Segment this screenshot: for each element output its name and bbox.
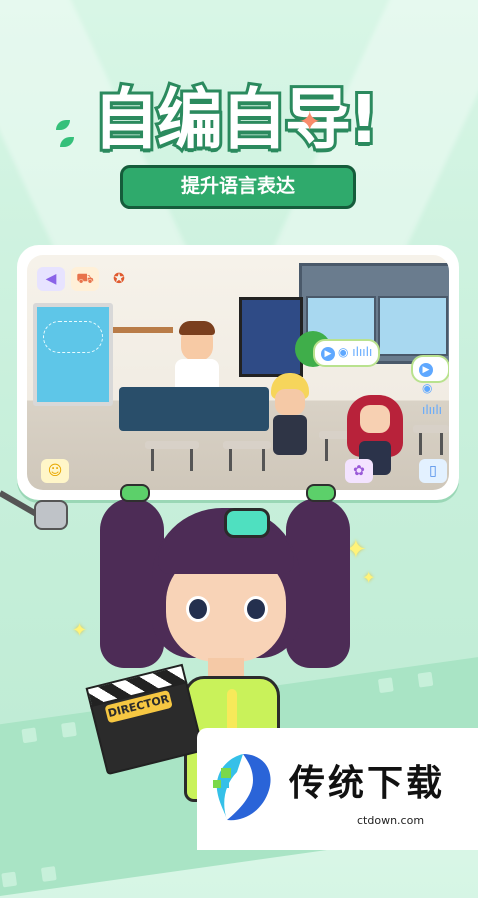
student-desk[interactable] [413, 425, 449, 455]
teacher-hair [179, 321, 215, 335]
play-icon[interactable]: ▶ [419, 363, 433, 377]
classroom-scene: ◀ ⛟ ✪ ▶ ◉ ılıılı ▶◉ ılıılı ☺ ✿ ▯ [27, 255, 449, 490]
film-hole [21, 727, 38, 744]
ctdown-logo-icon [213, 754, 271, 821]
waveform-icon: ◉ ılıılı [422, 381, 443, 417]
hair-clip [224, 508, 270, 538]
page-subtitle: 提升语言表达 [120, 165, 356, 209]
play-icon[interactable]: ▶ [321, 347, 335, 361]
star-icon: ✦ [298, 105, 322, 138]
phone-icon[interactable]: ▯ [419, 459, 447, 483]
title-banner: 自编自导! ✦ 提升语言表达 [56, 75, 400, 209]
kid-face [360, 405, 390, 433]
student-desk[interactable] [145, 441, 199, 471]
kid-face [275, 389, 305, 415]
voice-bubble[interactable]: ▶ ◉ ılıılı [411, 355, 449, 417]
teacher-desk[interactable] [119, 387, 269, 431]
girl-eye [244, 596, 268, 622]
wall-shelf [113, 327, 173, 333]
waveform-icon: ◉ ılıılı [338, 345, 373, 359]
back-arrow-icon[interactable]: ◀ [37, 267, 65, 291]
watermark-domain: ctdown.com [357, 814, 425, 827]
cart-icon[interactable]: ⛟ [71, 267, 99, 291]
film-hole [377, 677, 394, 694]
hair-tie [306, 484, 336, 502]
hair-tie [120, 484, 150, 502]
page-title: 自编自导! [90, 78, 382, 161]
game-preview-card: ◀ ⛟ ✪ ▶ ◉ ılıılı ▶◉ ılıılı ☺ ✿ ▯ [17, 245, 459, 500]
sparkle-icon: ✦ [72, 620, 88, 641]
girl-eye [186, 596, 210, 622]
film-hole [417, 671, 434, 688]
film-hole [61, 721, 77, 738]
bulletin-board [239, 297, 303, 377]
sparkle-icon: ✦ [362, 568, 376, 587]
film-hole [40, 866, 57, 882]
blonde-student-character[interactable] [267, 373, 313, 463]
medal-icon: ✪ [113, 271, 125, 287]
teacher-character[interactable] [175, 321, 219, 387]
kid-body [273, 415, 307, 455]
student-desk[interactable] [223, 441, 271, 471]
boom-microphone-icon [0, 470, 70, 550]
watermark-brand: 传统下载 [289, 763, 446, 804]
voice-bubble[interactable]: ▶◉ ılıılı [313, 339, 381, 367]
teacher-body [175, 359, 219, 387]
watermark-badge: 传统下载 ctdown.com [197, 728, 478, 850]
film-hole [1, 871, 18, 888]
window-pane [378, 296, 448, 356]
whiteboard [33, 303, 113, 406]
mic-head [34, 500, 68, 530]
